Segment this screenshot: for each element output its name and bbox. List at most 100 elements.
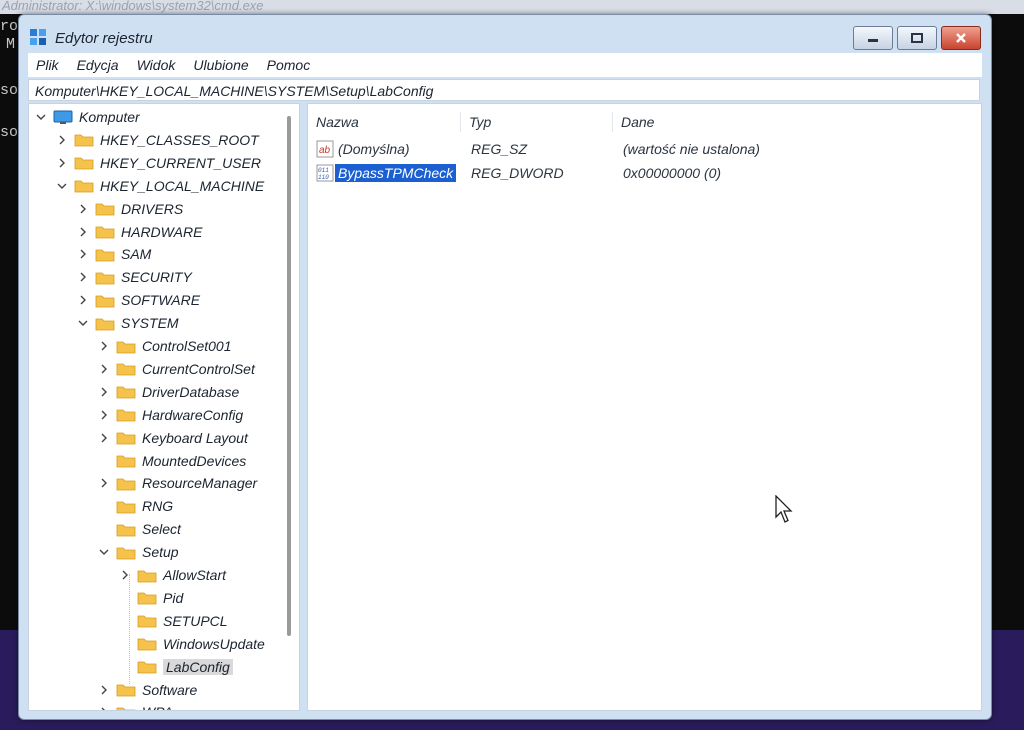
svg-text:011: 011 — [318, 167, 329, 174]
chevron-right-icon[interactable] — [98, 386, 110, 398]
chevron-right-icon[interactable] — [77, 271, 89, 283]
chevron-down-icon[interactable] — [56, 180, 68, 192]
tree-node-label: Software — [142, 681, 198, 698]
chevron-right-icon[interactable] — [98, 340, 110, 352]
tree-node[interactable]: SECURITY — [77, 266, 192, 288]
chevron-right-icon[interactable] — [77, 294, 89, 306]
pane-splitter[interactable] — [300, 103, 306, 709]
tree-node[interactable]: Komputer — [35, 106, 140, 128]
value-type: REG_DWORD — [471, 165, 564, 181]
chevron-down-icon[interactable] — [77, 317, 89, 329]
tree-node-label: WPA — [142, 704, 173, 710]
tree-node[interactable]: WPA — [98, 701, 173, 710]
registry-editor-icon — [29, 28, 47, 46]
tree-node[interactable]: ResourceManager — [98, 472, 257, 494]
menu-plik[interactable]: Plik — [36, 57, 59, 73]
chevron-down-icon[interactable] — [98, 546, 110, 558]
tree-node[interactable]: SETUPCL — [119, 610, 228, 632]
chevron-right-icon[interactable] — [98, 706, 110, 710]
folder-icon — [74, 178, 94, 193]
window-title: Edytor rejestru — [55, 30, 153, 47]
chevron-right-icon[interactable] — [98, 363, 110, 375]
chevron-right-icon[interactable] — [56, 134, 68, 146]
svg-text:110: 110 — [318, 174, 329, 181]
tree-node[interactable]: RNG — [98, 495, 173, 517]
tree-scrollbar[interactable] — [287, 116, 291, 636]
address-bar[interactable]: Komputer\HKEY_LOCAL_MACHINE\SYSTEM\Setup… — [28, 79, 980, 101]
background-cmd-title: Administrator: X:\windows\system32\cmd.e… — [0, 0, 1024, 14]
folder-icon — [95, 224, 115, 239]
chevron-right-icon[interactable] — [98, 477, 110, 489]
menu-pomoc[interactable]: Pomoc — [267, 57, 311, 73]
tree-node[interactable]: WindowsUpdate — [119, 633, 265, 655]
menu-edycja[interactable]: Edycja — [77, 57, 119, 73]
tree-node[interactable]: DriverDatabase — [98, 381, 239, 403]
tree-node[interactable]: SYSTEM — [77, 312, 179, 334]
tree-node-label: Pid — [163, 589, 184, 606]
tree-node[interactable]: Software — [98, 679, 197, 701]
chevron-right-icon[interactable] — [98, 409, 110, 421]
tree-node[interactable]: SOFTWARE — [77, 289, 200, 311]
tree-node[interactable]: MountedDevices — [98, 450, 246, 472]
chevron-down-icon[interactable] — [35, 111, 47, 123]
tree-node-label: SOFTWARE — [121, 292, 201, 309]
tree-node-label: Setup — [142, 544, 179, 561]
tree-node-label: HARDWARE — [121, 223, 203, 240]
tree-node[interactable]: DRIVERS — [77, 198, 183, 220]
tree-node[interactable]: HARDWARE — [77, 221, 202, 243]
folder-icon — [95, 247, 115, 262]
column-header-data[interactable]: Dane — [621, 114, 654, 130]
value-data: (wartość nie ustalona) — [623, 141, 760, 157]
chevron-right-icon[interactable] — [77, 248, 89, 260]
minimize-button[interactable] — [853, 26, 893, 50]
chevron-right-icon[interactable] — [56, 157, 68, 169]
tree-node[interactable]: LabConfig — [119, 656, 233, 678]
column-divider[interactable] — [460, 112, 461, 132]
value-name: (Domyślna) — [338, 141, 410, 157]
folder-icon — [116, 545, 136, 560]
tree-node[interactable]: HKEY_CLASSES_ROOT — [56, 129, 259, 151]
value-row[interactable]: 011 110 BypassTPMCheck REG_DWORD 0x00000000 … — [314, 162, 974, 184]
tree-node-label: HardwareConfig — [142, 406, 244, 423]
close-button[interactable] — [941, 26, 981, 50]
column-header-type[interactable]: Typ — [469, 114, 491, 130]
tree-node[interactable]: HKEY_LOCAL_MACHINE — [56, 175, 264, 197]
tree-node-label: SAM — [121, 246, 152, 263]
chevron-right-icon[interactable] — [77, 226, 89, 238]
tree-node[interactable]: SAM — [77, 243, 151, 265]
tree-node-label: WindowsUpdate — [163, 635, 265, 652]
column-divider[interactable] — [612, 112, 613, 132]
menu-ulubione[interactable]: Ulubione — [193, 57, 248, 73]
tree-node[interactable]: HKEY_CURRENT_USER — [56, 152, 261, 174]
chevron-right-icon[interactable] — [98, 432, 110, 444]
folder-icon — [95, 201, 115, 216]
registry-tree: Komputer HKEY_CLASSES_ROOT HKEY_CURRENT_US… — [28, 103, 300, 711]
menu-widok[interactable]: Widok — [137, 57, 176, 73]
background-cmd-line: M — [6, 36, 16, 53]
value-name-text: (Domyślna) — [338, 141, 410, 157]
chevron-right-icon[interactable] — [77, 203, 89, 215]
tree-node-label: DRIVERS — [121, 200, 184, 217]
value-row[interactable]: ab (Domyślna) REG_SZ (wartość nie ustalona) — [314, 138, 974, 160]
tree-node[interactable]: Select — [98, 518, 181, 540]
folder-icon — [116, 384, 136, 399]
folder-icon — [116, 430, 136, 445]
folder-icon — [95, 270, 115, 285]
tree-node[interactable]: Keyboard Layout — [98, 427, 248, 449]
folder-icon — [116, 499, 136, 514]
maximize-button[interactable] — [897, 26, 937, 50]
column-header-name[interactable]: Nazwa — [316, 114, 359, 130]
tree-node[interactable]: HardwareConfig — [98, 404, 243, 426]
tree-node-label: HKEY_CLASSES_ROOT — [100, 131, 259, 148]
tree-node[interactable]: CurrentControlSet — [98, 358, 255, 380]
tree-node[interactable]: Setup — [98, 541, 179, 563]
chevron-right-icon[interactable] — [98, 684, 110, 696]
background-cmd-line: so — [0, 124, 19, 141]
title-bar[interactable]: Edytor rejestru — [19, 15, 991, 53]
folder-icon — [74, 132, 94, 147]
folder-icon — [116, 407, 136, 422]
tree-node-label: DriverDatabase — [142, 383, 240, 400]
tree-node[interactable]: AllowStart — [119, 564, 226, 586]
tree-node[interactable]: ControlSet001 — [98, 335, 232, 357]
